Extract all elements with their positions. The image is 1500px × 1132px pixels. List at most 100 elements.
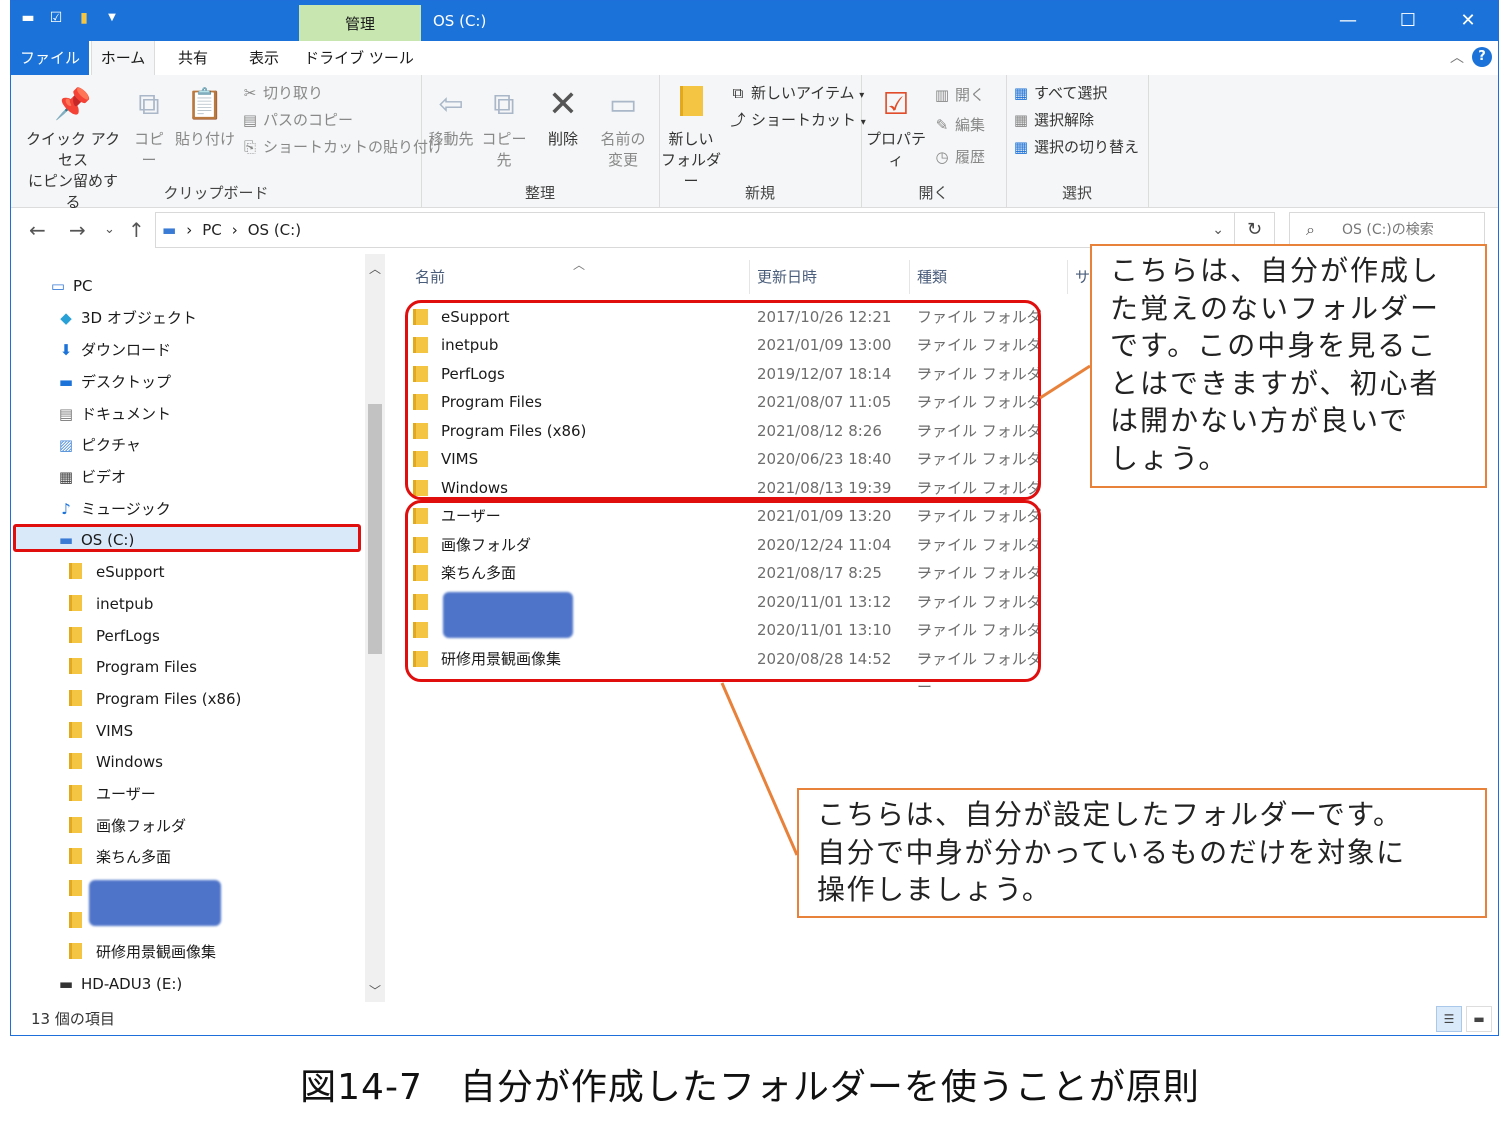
refresh-button[interactable]: ↻ [1235, 212, 1275, 248]
history-icon: ◷ [935, 148, 949, 166]
folder-icon [69, 595, 82, 611]
nav-subfolder-item[interactable]: 研修用景観画像集 [69, 937, 216, 967]
callout-line: 自分で中身が分かっているものだけを対象に [817, 835, 1406, 869]
nav-label: ドキュメント [81, 405, 172, 423]
nav-subfolder-item[interactable]: PerfLogs [69, 621, 160, 651]
scroll-down-icon[interactable]: ﹀ [365, 982, 385, 999]
back-arrow-icon[interactable]: ← [29, 218, 46, 242]
forward-arrow-icon[interactable]: → [69, 218, 86, 242]
ribbon: 📌 クイック アクセス にピン留めする ⧉ コピー 📋 貼り付け ✂ 切り取り ▤… [11, 75, 1498, 211]
close-button[interactable]: ✕ [1438, 1, 1498, 41]
column-divider[interactable] [749, 260, 750, 294]
download-icon: ⬇ [59, 341, 73, 359]
copy-path-button[interactable]: ▤ パスのコピー [241, 110, 353, 130]
invert-selection-button[interactable]: ▦ 選択の切り替え [1012, 137, 1139, 157]
tab-manage[interactable]: 管理 [299, 5, 421, 41]
nav-label: ダウンロード [81, 341, 172, 359]
nav-item-external-drive[interactable]: ▬ HD-ADU3 (E:) [55, 969, 182, 999]
properties-label: プロパティ [865, 130, 926, 169]
item-count: 13 個の項目 [31, 1010, 115, 1028]
nav-subfolder-item[interactable]: eSupport [69, 557, 165, 587]
delete-button[interactable]: ✕ 削除 [543, 85, 583, 150]
move-to-button[interactable]: ⇦ 移動先 [427, 85, 475, 150]
nav-subfolder-item[interactable]: 画像フォルダ [69, 811, 186, 841]
new-group: 新しい フォルダー ⧉ 新しいアイテム ▾ ⤴ ショートカット ▾ 新規 [659, 75, 866, 207]
tab-view[interactable]: 表示 [231, 41, 297, 75]
search-input[interactable]: ⌕ OS (C:)の検索 [1289, 212, 1485, 248]
tab-file[interactable]: ファイル [11, 41, 89, 75]
nav-subfolder-item[interactable]: 楽ちん多面 [69, 842, 171, 872]
nav-subfolder-item[interactable]: Program Files (x86) [69, 684, 241, 714]
recent-locations-chevron-icon[interactable]: ⌄ [104, 222, 115, 237]
tab-home[interactable]: ホーム [91, 41, 155, 76]
qat-dropdown-icon[interactable]: ▼ [103, 9, 121, 27]
clipboard-group-label: クリップボード [163, 184, 269, 202]
nav-label: ピクチャ [81, 436, 141, 454]
nav-subfolder-item[interactable]: Windows [69, 747, 163, 777]
nav-item-pc[interactable]: ▭ PC [47, 271, 93, 301]
callout-line: 操作しましょう。 [817, 873, 1052, 906]
details-view-button[interactable]: ☰ [1436, 1006, 1462, 1032]
large-icons-view-button[interactable]: ▬ [1466, 1006, 1492, 1032]
column-header-date[interactable]: 更新日時 [757, 266, 817, 287]
properties-button[interactable]: ☑ プロパティ [863, 85, 929, 171]
new-group-label: 新規 [744, 184, 775, 202]
column-header-name[interactable]: 名前 [415, 266, 445, 287]
up-arrow-icon[interactable]: ↑ [128, 218, 145, 242]
nav-subfolder-item[interactable]: inetpub [69, 589, 153, 619]
nav-item-downloads[interactable]: ⬇ ダウンロード [55, 335, 171, 365]
select-all-button[interactable]: ▦ すべて選択 [1012, 83, 1107, 103]
breadcrumb-separator-icon[interactable]: › [186, 213, 192, 247]
nav-subfolder-item[interactable]: Program Files [69, 652, 197, 682]
shortcut-button[interactable]: ⤴ ショートカット ▾ [729, 110, 865, 133]
select-none-button[interactable]: ▦ 選択解除 [1012, 110, 1094, 130]
quick-access-toolbar: ▬ ☑ ▮ ▼ [19, 9, 121, 27]
open-label: 開く [955, 86, 986, 104]
nav-item-music[interactable]: ♪ ミュージック [55, 494, 171, 524]
history-button[interactable]: ◷ 履歴 [933, 147, 985, 167]
breadcrumb-pc[interactable]: PC [202, 213, 222, 247]
callout-line: は開かない方が良いで [1110, 404, 1410, 437]
delete-x-icon: ✕ [547, 84, 579, 125]
new-folder-qat-icon[interactable]: ▮ [75, 9, 93, 27]
tab-drive-tools[interactable]: ドライブ ツール [303, 41, 415, 75]
help-button[interactable]: ? [1472, 47, 1492, 67]
nav-item-documents[interactable]: ▤ ドキュメント [55, 399, 171, 429]
column-divider[interactable] [1067, 260, 1068, 294]
scroll-up-icon[interactable]: ︿ [365, 260, 385, 277]
nav-subfolder-item[interactable]: VIMS [69, 716, 133, 746]
properties-qat-icon[interactable]: ☑ [47, 9, 65, 27]
cut-button[interactable]: ✂ 切り取り [241, 83, 323, 103]
breadcrumb-drive[interactable]: OS (C:) [248, 213, 301, 247]
rename-button[interactable]: ▭ 名前の 変更 [597, 85, 649, 171]
open-button[interactable]: ▥ 開く [933, 85, 985, 105]
nav-item-pictures[interactable]: ▨ ピクチャ [55, 430, 141, 460]
nav-item-videos[interactable]: ▦ ビデオ [55, 462, 126, 492]
address-dropdown-icon[interactable]: ⌄ [1212, 213, 1224, 247]
scrollbar-thumb[interactable] [368, 404, 382, 654]
callout-line: とはできますが、初心者 [1110, 366, 1440, 400]
tab-share[interactable]: 共有 [161, 41, 225, 75]
column-header-size[interactable]: サ [1075, 266, 1090, 287]
new-folder-button[interactable]: 新しい フォルダー [659, 85, 723, 192]
paste-shortcut-button[interactable]: ⎘ ショートカットの貼り付け [241, 137, 443, 157]
address-bar[interactable]: ▬ › PC › OS (C:) ⌄ [155, 212, 1235, 248]
edit-button[interactable]: ✎ 編集 [933, 115, 985, 135]
copy-button[interactable]: ⧉ コピー [127, 85, 171, 171]
collapse-ribbon-icon[interactable]: ︿ [1450, 47, 1464, 67]
nav-item-3d-objects[interactable]: ◆ 3D オブジェクト [55, 303, 197, 333]
folder-icon [69, 880, 82, 896]
nav-subfolder-item[interactable]: ユーザー [69, 779, 156, 809]
column-divider[interactable] [909, 260, 910, 294]
nav-item-os-drive[interactable]: ▬ OS (C:) [55, 525, 134, 555]
paste-button[interactable]: 📋 貼り付け [175, 85, 235, 150]
select-none-label: 選択解除 [1034, 111, 1095, 129]
maximize-button[interactable]: ☐ [1378, 1, 1438, 41]
copy-to-button[interactable]: ⧉ コピー先 [479, 85, 529, 171]
minimize-button[interactable]: — [1318, 1, 1378, 41]
nav-scrollbar[interactable]: ︿ ﹀ [365, 254, 385, 1002]
column-header-type[interactable]: 種類 [917, 266, 947, 287]
breadcrumb-separator-icon[interactable]: › [232, 213, 238, 247]
new-item-button[interactable]: ⧉ 新しいアイテム ▾ [729, 83, 865, 106]
nav-item-desktop[interactable]: ▬ デスクトップ [55, 367, 171, 397]
